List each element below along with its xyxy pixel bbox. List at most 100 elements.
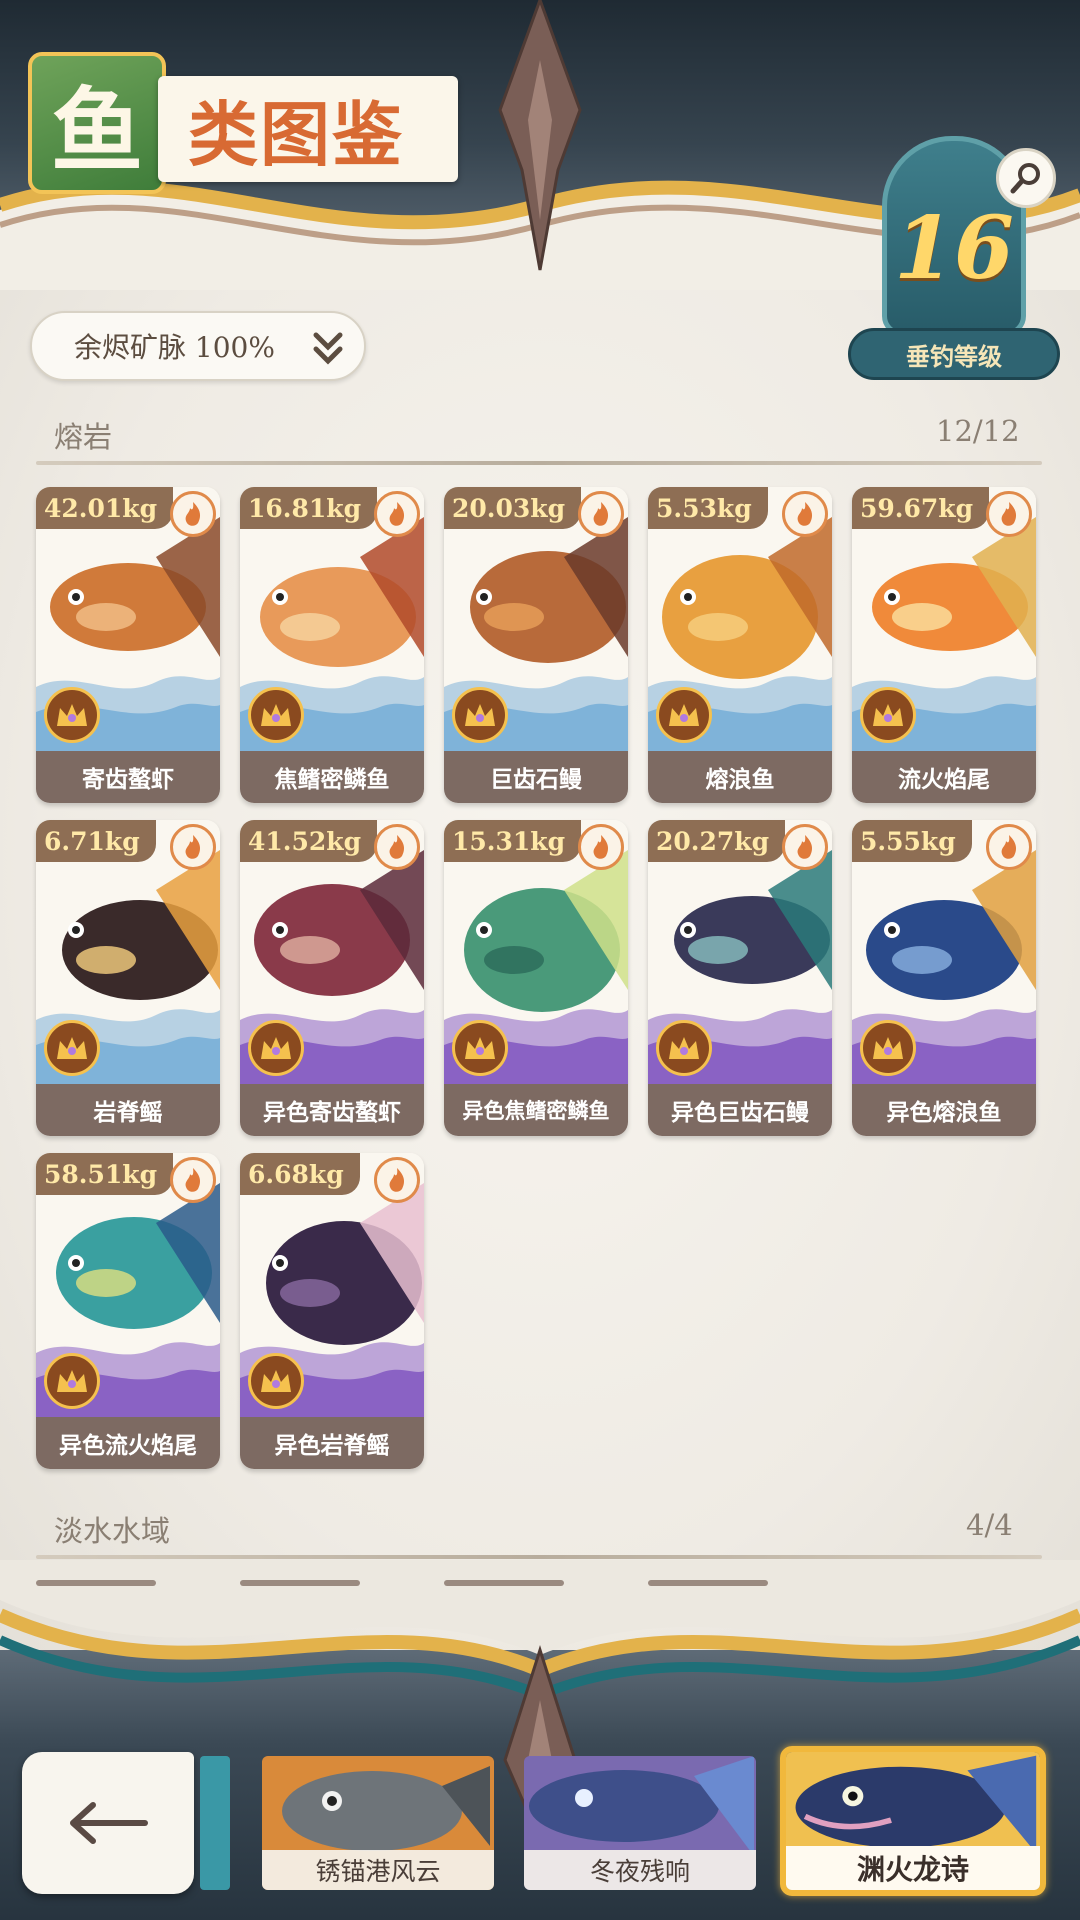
fish-name-bar: 流火焰尾: [852, 751, 1036, 803]
fish-weight-badge: 5.53kg: [648, 487, 768, 529]
fish-weight: 15.31kg: [452, 826, 566, 856]
section-divider: [36, 1555, 1042, 1559]
fish-weight-badge: 5.55kg: [852, 820, 972, 862]
crown-icon: [44, 687, 100, 743]
fish-weight: 59.67kg: [860, 493, 974, 523]
fish-name-bar: 异色流火焰尾: [36, 1417, 220, 1469]
fish-weight: 58.51kg: [44, 1159, 158, 1189]
magnifier-icon: [1010, 163, 1040, 194]
card-stub[interactable]: [240, 1580, 360, 1586]
fish-name: 异色岩脊鳐: [274, 1433, 390, 1459]
fish-name: 熔浪鱼: [705, 767, 775, 793]
crown-icon: [860, 687, 916, 743]
fish-card[interactable]: 6.68kg 异色岩脊鳐: [240, 1153, 424, 1469]
section-count-lava: 12/12: [936, 414, 1020, 448]
fish-weight: 20.27kg: [656, 826, 770, 856]
fish-name: 焦鳍密鳞鱼: [274, 767, 390, 793]
fish-weight-badge: 58.51kg: [36, 1153, 174, 1195]
fish-card[interactable]: 6.71kg 岩脊鳐: [36, 820, 220, 1136]
fish-grid: 42.01kg 寄齿螯虾 16.81kg 焦鳍密鳞鱼 20.03kg 巨齿石鳗 5.53kg…: [36, 487, 1046, 1469]
fish-name: 异色寄齿螯虾: [263, 1100, 401, 1126]
fish-name: 异色流火焰尾: [59, 1433, 197, 1459]
region-tab-label: 锈锚港风云: [315, 1857, 441, 1886]
card-stub[interactable]: [648, 1580, 768, 1586]
chevron-down-icon: [313, 332, 343, 365]
fish-card[interactable]: 59.67kg 流火焰尾: [852, 487, 1036, 803]
fish-name: 异色熔浪鱼: [886, 1100, 1002, 1126]
level-value: 16: [894, 198, 1014, 299]
magnifier-button[interactable]: [996, 148, 1056, 208]
region-tab-label-bg: 渊火龙诗: [786, 1846, 1040, 1890]
fish-weight-badge: 15.31kg: [444, 820, 582, 862]
fish-name: 寄齿螯虾: [82, 767, 174, 793]
fish-card[interactable]: 16.81kg 焦鳍密鳞鱼: [240, 487, 424, 803]
region-filter-dropdown[interactable]: 余烬矿脉 100%: [30, 311, 366, 381]
fish-weight: 6.71kg: [44, 826, 140, 856]
fish-weight-badge: 16.81kg: [240, 487, 378, 529]
card-stub[interactable]: [36, 1580, 156, 1586]
back-button[interactable]: [22, 1752, 194, 1894]
book-spine-top: [498, 0, 582, 271]
region-tab-abyss-fire[interactable]: 渊火龙诗: [780, 1746, 1046, 1896]
fish-weight: 42.01kg: [44, 493, 158, 523]
pyro-element-icon: [986, 491, 1032, 537]
level-ribbon: 垂钓等级: [848, 328, 1060, 380]
pyro-element-icon: [782, 824, 828, 870]
card-stub[interactable]: [444, 1580, 564, 1586]
fish-name-bar: 焦鳍密鳞鱼: [240, 751, 424, 803]
fish-weight: 5.53kg: [656, 493, 752, 523]
fish-card[interactable]: 41.52kg 异色寄齿螯虾: [240, 820, 424, 1136]
fish-weight-badge: 20.27kg: [648, 820, 786, 862]
crown-icon: [44, 1020, 100, 1076]
crown-icon: [248, 1353, 304, 1409]
crown-icon: [860, 1020, 916, 1076]
fish-card[interactable]: 15.31kg 异色焦鳍密鳞鱼: [444, 820, 628, 1136]
crown-icon: [44, 1353, 100, 1409]
crown-icon: [656, 687, 712, 743]
region-tab-partial[interactable]: [200, 1756, 230, 1890]
fish-weight-badge: 6.71kg: [36, 820, 156, 862]
pyro-element-icon: [170, 491, 216, 537]
fish-weight: 41.52kg: [248, 826, 362, 856]
title-text: 类图鉴: [188, 92, 404, 176]
region-tab-winter-night[interactable]: 冬夜残响: [524, 1756, 756, 1890]
region-filter-label: 余烬矿脉 100%: [74, 331, 275, 364]
fish-card[interactable]: 20.03kg 巨齿石鳗: [444, 487, 628, 803]
fish-card[interactable]: 5.55kg 异色熔浪鱼: [852, 820, 1036, 1136]
crown-icon: [656, 1020, 712, 1076]
fish-name: 异色巨齿石鳗: [671, 1100, 809, 1126]
fish-weight-badge: 42.01kg: [36, 487, 174, 529]
crown-icon: [452, 1020, 508, 1076]
title-plate: 类图鉴: [158, 76, 458, 182]
region-tab-label-bg: 冬夜残响: [524, 1850, 756, 1890]
fish-weight: 16.81kg: [248, 493, 362, 523]
fish-name: 异色焦鳍密鳞鱼: [462, 1099, 610, 1123]
fish-weight: 6.68kg: [248, 1159, 344, 1189]
region-tab-label: 渊火龙诗: [856, 1853, 969, 1886]
fish-name-bar: 异色熔浪鱼: [852, 1084, 1036, 1136]
fish-name-bar: 异色岩脊鳐: [240, 1417, 424, 1469]
crown-icon: [248, 687, 304, 743]
region-tab-rusty-anchor[interactable]: 锈锚港风云: [262, 1756, 494, 1890]
region-tab-label-bg: 锈锚港风云: [262, 1850, 494, 1890]
pyro-element-icon: [170, 824, 216, 870]
fish-card[interactable]: 5.53kg 熔浪鱼: [648, 487, 832, 803]
pyro-element-icon: [374, 1157, 420, 1203]
fish-name-bar: 寄齿螯虾: [36, 751, 220, 803]
fish-name-bar: 熔浪鱼: [648, 751, 832, 803]
fish-name: 岩脊鳐: [93, 1100, 163, 1126]
title-badge: 鱼: [28, 52, 166, 194]
fish-name-bar: 异色寄齿螯虾: [240, 1084, 424, 1136]
fish-card[interactable]: 20.27kg 异色巨齿石鳗: [648, 820, 832, 1136]
section-count-freshwater: 4/4: [966, 1508, 1013, 1542]
fish-name-bar: 异色焦鳍密鳞鱼: [444, 1084, 628, 1136]
crown-icon: [248, 1020, 304, 1076]
fish-card[interactable]: 58.51kg 异色流火焰尾: [36, 1153, 220, 1469]
section-title-lava: 熔岩: [54, 420, 113, 454]
pyro-element-icon: [782, 491, 828, 537]
arrow-left-icon: [70, 1802, 148, 1844]
fish-weight-badge: 20.03kg: [444, 487, 582, 529]
fish-weight-badge: 41.52kg: [240, 820, 378, 862]
fish-card[interactable]: 42.01kg 寄齿螯虾: [36, 487, 220, 803]
fish-name: 流火焰尾: [898, 767, 990, 793]
